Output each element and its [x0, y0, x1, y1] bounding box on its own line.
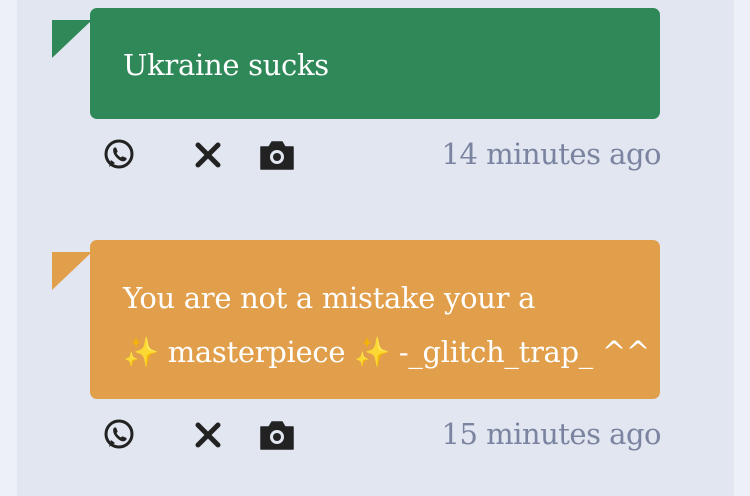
confessions-feed: Ukraine sucks 14 minutes ago You are not… — [17, 0, 734, 496]
x-close-icon[interactable] — [188, 415, 228, 455]
message-text-line-1: You are not a mistake your a — [123, 281, 536, 315]
whatsapp-icon[interactable] — [99, 135, 139, 175]
post-actions: 15 minutes ago — [99, 415, 662, 455]
x-close-icon[interactable] — [188, 135, 228, 175]
message-text-line-2: ✨ masterpiece ✨ -_glitch_trap_ ^^ — [123, 335, 650, 369]
message-bubble: Ukraine sucks — [90, 8, 660, 119]
bubble-tail — [52, 20, 92, 58]
camera-icon[interactable] — [257, 135, 297, 175]
message-bubble: You are not a mistake your a ✨ masterpie… — [90, 240, 660, 399]
whatsapp-icon[interactable] — [99, 415, 139, 455]
message-text: Ukraine sucks — [123, 48, 329, 82]
post-card: Ukraine sucks 14 minutes ago — [17, 0, 734, 200]
post-card: You are not a mistake your a ✨ masterpie… — [17, 230, 734, 496]
post-actions: 14 minutes ago — [99, 135, 662, 175]
post-timestamp: 15 minutes ago — [441, 417, 662, 451]
bubble-tail — [52, 252, 92, 290]
post-timestamp: 14 minutes ago — [441, 137, 662, 171]
camera-icon[interactable] — [257, 415, 297, 455]
